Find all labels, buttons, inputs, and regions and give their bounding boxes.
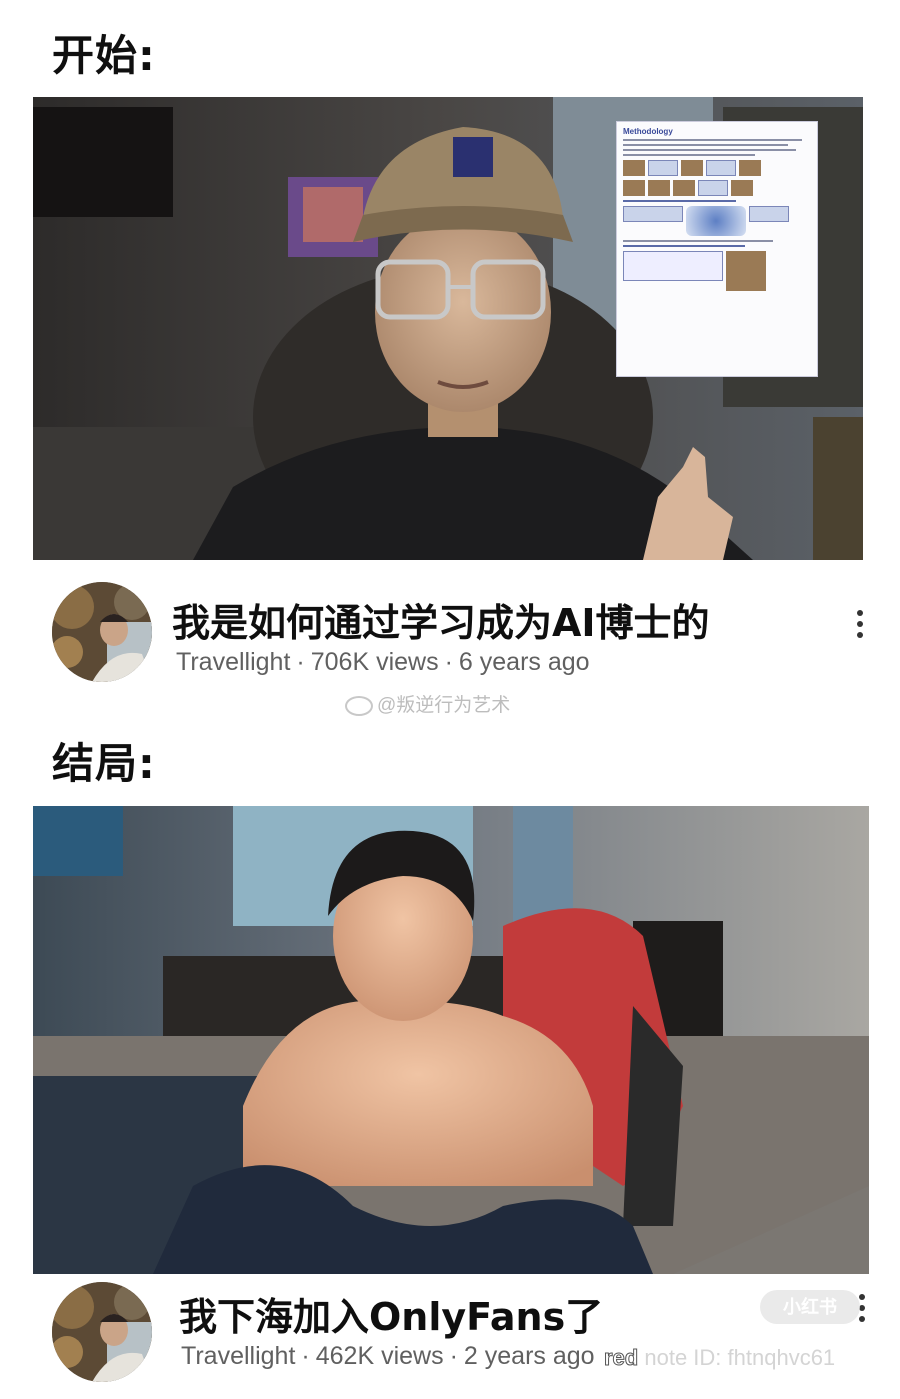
video-meta-1: Travellight · 706K views · 6 years ago — [176, 648, 590, 677]
weibo-icon — [345, 695, 373, 716]
channel-name[interactable]: Travellight — [176, 648, 290, 676]
slide-title: Methodology — [623, 127, 673, 136]
rednote-brand: red — [603, 1345, 639, 1371]
video-thumbnail-2[interactable] — [33, 806, 869, 1274]
meta-separator: · — [296, 648, 305, 676]
rednote-note-id: note ID: fhtnqhvc61 — [644, 1345, 836, 1370]
more-vert-icon[interactable] — [848, 604, 872, 644]
view-count: 706K views — [310, 648, 439, 676]
view-count: 462K views — [315, 1342, 444, 1370]
video-title-1[interactable]: 我是如何通过学习成为AI博士的 — [172, 592, 710, 647]
channel-avatar[interactable] — [52, 1282, 152, 1382]
channel-name[interactable]: Travellight — [181, 1342, 295, 1370]
rednote-badge: 小红书 — [760, 1290, 860, 1324]
watermark-text: @叛逆行为艺术 — [377, 695, 511, 716]
rednote-watermark: red note ID: fhtnqhvc61 — [603, 1345, 836, 1371]
methodology-slide: Methodology — [616, 121, 818, 377]
thumbnail-scene-2 — [33, 806, 869, 1274]
avatar-image — [52, 1282, 152, 1382]
meta-separator: · — [444, 648, 453, 676]
avatar-image — [52, 582, 152, 682]
video-meta-2: Travellight · 462K views · 2 years ago — [181, 1342, 595, 1371]
section-label-start: 开始: — [52, 31, 156, 80]
upload-age: 6 years ago — [458, 648, 590, 676]
video-title-2[interactable]: 我下海加入OnlyFans了 — [179, 1286, 603, 1341]
video-info-1: 我是如何通过学习成为AI博士的 Travellight · 706K views · 6… — [52, 582, 872, 692]
weibo-watermark: @叛逆行为艺术 — [345, 690, 510, 717]
upload-age: 2 years ago — [463, 1342, 595, 1370]
meta-separator: · — [449, 1342, 458, 1370]
section-label-end: 结局: — [52, 739, 156, 788]
video-info-2: 我下海加入OnlyFans了 Travellight · 462K views · 2 … — [52, 1282, 872, 1392]
video-thumbnail-1[interactable]: Methodology — [33, 97, 863, 560]
channel-avatar[interactable] — [52, 582, 152, 682]
meta-separator: · — [301, 1342, 310, 1370]
